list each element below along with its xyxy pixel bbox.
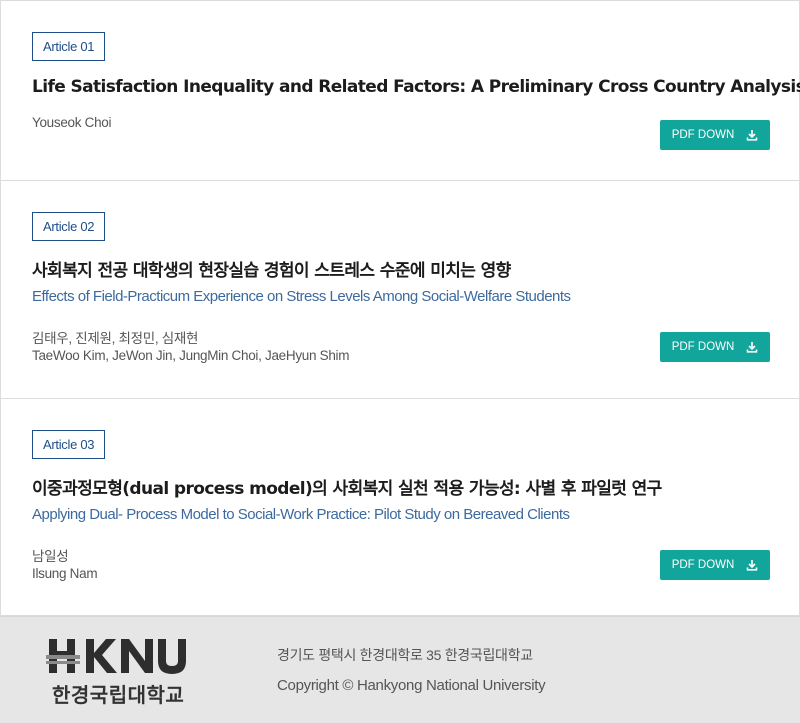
article-card: Article 03 이중과정모형(dual process model)의 사… (0, 398, 800, 616)
pdf-download-button[interactable]: PDF DOWN (660, 550, 770, 580)
article-subtitle: Applying Dual- Process Model to Social-W… (32, 506, 570, 523)
pdf-download-button[interactable]: PDF DOWN (660, 332, 770, 362)
pdf-download-label: PDF DOWN (671, 559, 735, 571)
article-title[interactable]: 사회복지 전공 대학생의 현장실습 경험이 스트레스 수준에 미치는 영향 (32, 256, 779, 281)
logo-korean-name: 한경국립대학교 (52, 683, 185, 707)
article-subtitle: Effects of Field-Practicum Experience on… (32, 288, 571, 305)
article-author-en: TaeWoo Kim, JeWon Jin, JungMin Choi, Jae… (32, 348, 350, 363)
article-card: Article 01 Life Satisfaction Inequality … (0, 0, 800, 181)
article-badge: Article 01 (32, 32, 106, 61)
pdf-download-label: PDF DOWN (671, 341, 735, 353)
article-author-ko: 남일성 (32, 549, 69, 564)
download-icon (746, 559, 758, 571)
article-title[interactable]: Life Satisfaction Inequality and Related… (32, 77, 800, 97)
site-footer: 한경국립대학교 경기도 평택시 한경대학로 35 한경국립대학교 Copyrig… (0, 616, 800, 723)
article-card: Article 02 사회복지 전공 대학생의 현장실습 경험이 스트레스 수준… (0, 180, 800, 399)
page: Article 01 Life Satisfaction Inequality … (0, 0, 800, 723)
pdf-download-label: PDF DOWN (671, 129, 735, 141)
article-title[interactable]: 이중과정모형(dual process model)의 사회복지 실천 적용 가… (32, 474, 779, 499)
download-icon (746, 341, 758, 353)
footer-copyright: Copyright © Hankyong National University (277, 677, 546, 694)
article-badge: Article 02 (32, 212, 106, 241)
pdf-download-button[interactable]: PDF DOWN (660, 120, 770, 150)
download-icon (746, 129, 758, 141)
footer-address: 경기도 평택시 한경대학로 35 한경국립대학교 (277, 647, 533, 663)
article-author-en: Youseok Choi (32, 115, 112, 130)
article-badge: Article 03 (32, 430, 106, 459)
article-author-ko: 김태우, 진제원, 최정민, 심재현 (32, 331, 199, 346)
article-author-en: Ilsung Nam (32, 566, 98, 581)
